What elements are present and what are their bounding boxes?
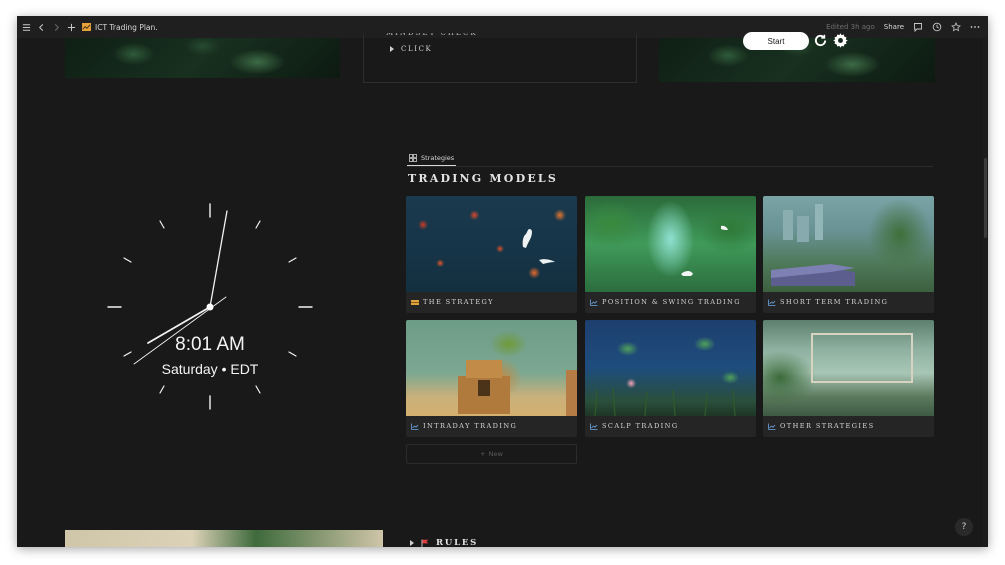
mindset-check-heading: MINDSET CHECK xyxy=(386,33,478,37)
rules-toggle[interactable]: RULES xyxy=(410,538,478,547)
card-caption: POSITION & SWING TRADING xyxy=(590,296,741,308)
clock-date: Saturday • EDT xyxy=(161,361,259,377)
gallery-view-icon xyxy=(409,153,417,162)
menu-icon[interactable] xyxy=(20,20,32,34)
back-icon[interactable] xyxy=(35,20,47,34)
top-bar-actions: Edited 3h ago Share xyxy=(826,16,980,38)
card-label: INTRADAY TRADING xyxy=(423,422,518,430)
rainy-window-cover-image xyxy=(763,320,934,416)
rules-label: RULES xyxy=(436,538,479,547)
rooftop-scene xyxy=(771,204,855,286)
chart-icon xyxy=(768,299,776,306)
new-card-button[interactable]: + New xyxy=(406,444,577,464)
edited-timestamp: Edited 3h ago xyxy=(826,23,875,31)
ruins-scene xyxy=(458,360,577,416)
card-caption: SHORT TERM TRADING xyxy=(768,296,888,308)
breadcrumb[interactable]: ICT Trading Plan. xyxy=(82,23,158,32)
analog-clock xyxy=(107,203,313,410)
chart-icon xyxy=(590,423,598,430)
chart-icon xyxy=(590,299,598,306)
clock-tick-10 xyxy=(123,257,132,263)
clock-tick-5 xyxy=(255,385,261,394)
forward-icon[interactable] xyxy=(50,20,62,34)
star-icon[interactable] xyxy=(951,22,961,32)
new-label: New xyxy=(488,450,503,458)
database-title: TRADING MODELS xyxy=(408,172,558,185)
ruins-tree-cover-image xyxy=(406,320,577,416)
divider xyxy=(407,166,933,167)
chart-icon xyxy=(768,423,776,430)
comment-icon[interactable] xyxy=(913,22,923,32)
card-caption: THE STRATEGY xyxy=(411,296,494,308)
clock-tick-2 xyxy=(288,257,297,263)
chart-crown-icon xyxy=(82,23,91,31)
card-label: POSITION & SWING TRADING xyxy=(602,298,741,306)
gallery-card-scalp-trading[interactable]: SCALP TRADING xyxy=(585,320,756,437)
more-icon[interactable] xyxy=(970,22,980,32)
egret-silhouette xyxy=(522,228,555,264)
toggle-triangle-icon xyxy=(390,46,394,52)
click-label: CLICK xyxy=(401,45,433,53)
chart-icon xyxy=(411,423,419,430)
fox-silhouette xyxy=(681,225,728,276)
card-caption: SCALP TRADING xyxy=(590,420,679,432)
clock-center-dot xyxy=(206,303,214,311)
gallery-card-other-strategies[interactable]: OTHER STRATEGIES xyxy=(763,320,934,437)
scrollbar[interactable] xyxy=(983,38,988,547)
forest-waterfall-cover-image xyxy=(585,196,756,292)
clock-tick-7 xyxy=(159,385,165,394)
plus-icon: + xyxy=(480,450,486,458)
gallery-card-short-term-trading[interactable]: SHORT TERM TRADING xyxy=(763,196,934,313)
help-button[interactable]: ? xyxy=(955,518,973,536)
clock-time: 8:01 AM xyxy=(175,334,245,355)
strategy-icon xyxy=(411,299,419,305)
click-toggle[interactable]: CLICK xyxy=(390,45,432,53)
gallery-card-intraday-trading[interactable]: INTRADAY TRADING xyxy=(406,320,577,437)
clock-tick-11 xyxy=(159,220,165,229)
card-label: SCALP TRADING xyxy=(602,422,679,430)
gallery-card-position-swing-trading[interactable]: POSITION & SWING TRADING xyxy=(585,196,756,313)
card-label: OTHER STRATEGIES xyxy=(780,422,875,430)
card-label: THE STRATEGY xyxy=(423,298,494,306)
card-label: SHORT TERM TRADING xyxy=(780,298,889,306)
card-caption: OTHER STRATEGIES xyxy=(768,420,875,432)
gallery-card-the-strategy[interactable]: THE STRATEGY xyxy=(406,196,577,313)
card-caption: INTRADAY TRADING xyxy=(411,420,517,432)
refresh-icon[interactable] xyxy=(813,33,828,48)
page-title: ICT Trading Plan. xyxy=(95,22,158,32)
scrollbar-thumb[interactable] xyxy=(984,158,987,238)
history-icon[interactable] xyxy=(932,22,942,32)
monstera-leaf-image xyxy=(65,38,340,78)
start-button[interactable]: Start xyxy=(743,32,809,50)
share-button[interactable]: Share xyxy=(884,23,904,31)
city-rooftop-cover-image xyxy=(763,196,934,292)
red-flag-icon xyxy=(421,539,429,547)
tab-strategies[interactable]: Strategies xyxy=(407,150,457,166)
gear-icon[interactable] xyxy=(832,32,849,49)
monstera-photo-image xyxy=(65,530,383,547)
koi-pond-cover-image xyxy=(406,196,577,292)
clock-tick-1 xyxy=(255,220,261,229)
reeds-scene xyxy=(594,387,736,417)
toggle-triangle-icon xyxy=(410,540,414,546)
lily-pond-cover-image xyxy=(585,320,756,417)
add-page-icon[interactable] xyxy=(65,20,77,34)
mindset-check-block: MINDSET CHECK CLICK xyxy=(363,33,637,83)
clock-minute-hand xyxy=(209,210,228,308)
tab-label: Strategies xyxy=(421,153,455,162)
app-window: ICT Trading Plan. Edited 3h ago Share MI… xyxy=(17,16,988,547)
window-frame xyxy=(810,333,914,384)
